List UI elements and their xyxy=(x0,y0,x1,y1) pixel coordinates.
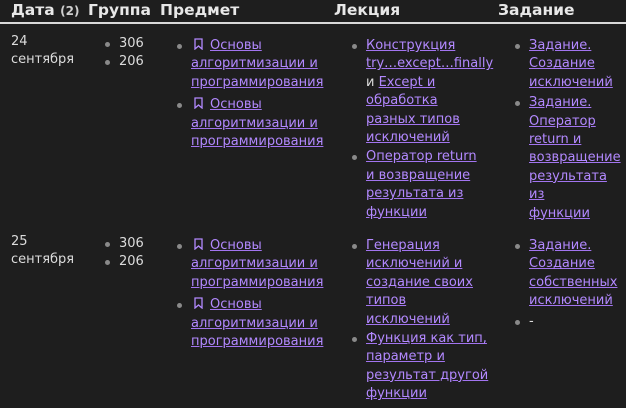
lecture-list: Генерация исключений и создание своих ти… xyxy=(351,237,488,405)
subject-link[interactable]: Основы xyxy=(210,97,262,112)
lecture-item: Функция как тип, параметр и результат др… xyxy=(351,330,488,404)
lecture-link[interactable]: исключений xyxy=(366,130,450,145)
header-divider xyxy=(0,22,626,24)
group-list: 306 206 xyxy=(105,235,144,272)
task-item: Задание. Создание собственных исключений xyxy=(514,237,617,311)
lecture-link[interactable]: создание своих xyxy=(366,275,473,290)
lecture-link[interactable]: Конструкция xyxy=(366,38,455,53)
task-link[interactable]: return и xyxy=(529,132,581,147)
subject-link[interactable]: программирования xyxy=(191,334,323,349)
table-header: Дата (2) Группа Предмет Лекция Задание xyxy=(0,0,626,22)
subject-item: Основы алгоритмизации и программирования xyxy=(176,296,323,351)
date-month: сентября xyxy=(11,52,75,67)
column-header-task[interactable]: Задание xyxy=(498,1,575,19)
subject-link[interactable]: программирования xyxy=(191,134,323,149)
subject-link[interactable]: Основы xyxy=(210,297,262,312)
lecture-item: Конструкция try…except…finally и Except … xyxy=(351,37,493,147)
lecture-link[interactable]: результат другой xyxy=(366,368,488,383)
lecture-link[interactable]: и возвращение xyxy=(366,168,470,183)
lecture-item: Оператор return и возвращение результата… xyxy=(351,148,493,222)
task-link[interactable]: собственных xyxy=(529,275,617,290)
column-header-date-label: Дата xyxy=(11,1,55,19)
group-item: 306 xyxy=(105,35,144,53)
lecture-link[interactable]: исключений и xyxy=(366,256,462,271)
date-cell: 25 сентября xyxy=(11,233,74,269)
lecture-link[interactable]: Except и xyxy=(379,75,436,90)
task-link[interactable]: Создание xyxy=(529,256,595,271)
lecture-link[interactable]: Оператор return xyxy=(366,149,477,164)
task-link[interactable]: результата из xyxy=(529,169,607,202)
task-link[interactable]: Задание. xyxy=(529,95,591,110)
task-link[interactable]: Задание. xyxy=(529,38,591,53)
lecture-link[interactable]: обработка xyxy=(366,93,438,108)
group-list: 306 206 xyxy=(105,35,144,72)
task-item-empty: - xyxy=(514,313,617,331)
task-link[interactable]: исключений xyxy=(529,293,613,308)
column-header-group[interactable]: Группа xyxy=(88,1,151,19)
lecture-link[interactable]: функции xyxy=(366,205,427,220)
task-link[interactable]: функции xyxy=(529,206,590,221)
task-link[interactable]: Задание. xyxy=(529,238,591,253)
task-link[interactable]: возвращение xyxy=(529,150,621,165)
column-header-lecture[interactable]: Лекция xyxy=(334,1,400,19)
group-item: 206 xyxy=(105,53,144,71)
lecture-link[interactable]: исключений xyxy=(366,312,450,327)
lecture-list: Конструкция try…except…finally и Except … xyxy=(351,37,493,223)
date-day: 24 xyxy=(11,34,28,49)
date-cell: 24 сентября xyxy=(11,33,74,69)
subject-link[interactable]: программирования xyxy=(191,275,323,290)
lecture-link[interactable]: функции xyxy=(366,386,427,401)
subject-item: Основы алгоритмизации и программирования xyxy=(176,37,323,92)
bookmark-icon xyxy=(194,297,203,310)
bookmark-icon xyxy=(194,238,203,250)
lecture-link[interactable]: результата из xyxy=(366,186,463,201)
group-item: 206 xyxy=(105,253,144,271)
lecture-link[interactable]: типов xyxy=(366,293,406,308)
task-item: Задание. Создание исключений xyxy=(515,37,626,92)
lecture-link[interactable]: разных типов xyxy=(366,112,460,127)
task-list: Задание. Создание собственных исключений… xyxy=(514,237,617,333)
column-header-date[interactable]: Дата (2) xyxy=(11,1,79,19)
subject-list: Основы алгоритмизации и программирования… xyxy=(176,37,323,155)
subject-link[interactable]: Основы xyxy=(210,238,262,253)
group-item: 306 xyxy=(105,235,144,253)
column-header-subject[interactable]: Предмет xyxy=(160,1,239,19)
bookmark-icon xyxy=(194,38,203,50)
date-day: 25 xyxy=(11,234,28,249)
subject-link[interactable]: алгоритмизации и xyxy=(191,316,318,331)
lecture-link[interactable]: try…except…finally xyxy=(366,56,493,71)
subject-item: Основы алгоритмизации и программирования xyxy=(176,237,323,292)
date-count-badge: (2) xyxy=(60,4,80,18)
conjunction-text: и xyxy=(366,74,375,90)
subject-list: Основы алгоритмизации и программирования… xyxy=(176,237,323,355)
bookmark-icon xyxy=(194,97,203,110)
lecture-link[interactable]: Функция как тип, xyxy=(366,331,487,346)
task-link[interactable]: Оператор xyxy=(529,114,596,129)
task-link[interactable]: Создание xyxy=(529,56,595,71)
lecture-link[interactable]: параметр и xyxy=(366,349,445,364)
subject-link[interactable]: программирования xyxy=(191,75,323,90)
lecture-link[interactable]: Генерация xyxy=(366,238,440,253)
task-list: Задание. Создание исключений Задание. Оп… xyxy=(515,37,626,225)
subject-link[interactable]: алгоритмизации и xyxy=(191,56,318,71)
task-link[interactable]: исключений xyxy=(529,75,613,90)
subject-link[interactable]: алгоритмизации и xyxy=(191,116,318,131)
subject-link[interactable]: Основы xyxy=(210,38,262,53)
subject-link[interactable]: алгоритмизации и xyxy=(191,256,318,271)
lecture-item: Генерация исключений и создание своих ти… xyxy=(351,237,488,329)
date-month: сентября xyxy=(11,252,75,267)
subject-item: Основы алгоритмизации и программирования xyxy=(176,96,323,151)
task-item: Задание. Оператор return и возвращение р… xyxy=(515,94,626,223)
